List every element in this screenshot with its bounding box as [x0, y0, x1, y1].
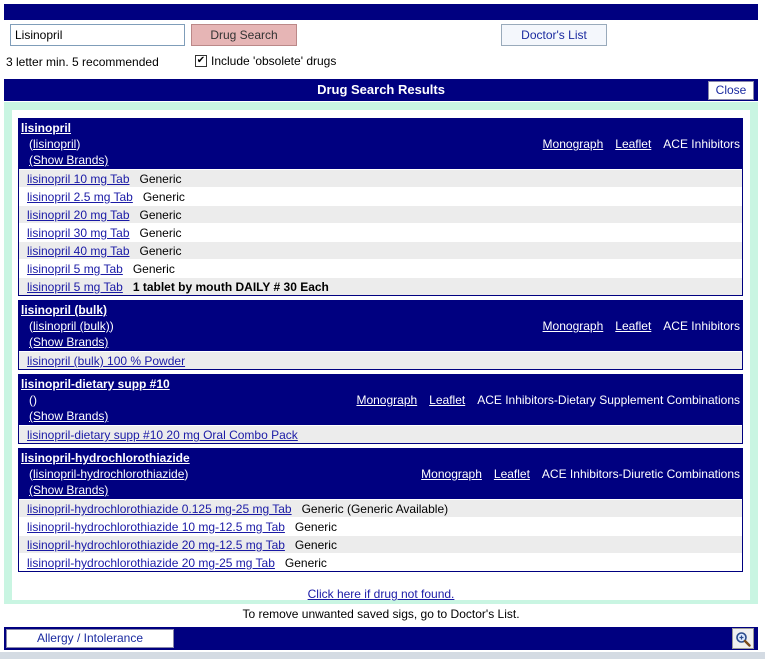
- drug-group-lisinopril: lisinopril (lisinopril) (Show Brands) Mo…: [18, 118, 743, 296]
- magnifier-icon[interactable]: [732, 628, 754, 649]
- group-header: lisinopril (lisinopril) (Show Brands) Mo…: [19, 119, 742, 169]
- drug-item-link[interactable]: lisinopril-hydrochlorothiazide 0.125 mg-…: [27, 502, 292, 516]
- group-header: lisinopril (bulk) (lisinopril (bulk)) (S…: [19, 301, 742, 351]
- leaflet-link[interactable]: Leaflet: [494, 466, 530, 482]
- show-brands-link[interactable]: (Show Brands): [29, 153, 108, 167]
- results-title: Drug Search Results: [317, 82, 445, 97]
- group-name-link[interactable]: lisinopril-dietary supp #10: [21, 377, 170, 391]
- drug-item-note: Generic (Generic Available): [301, 502, 449, 516]
- drug-item-link[interactable]: lisinopril 30 mg Tab: [27, 226, 130, 240]
- drug-item-link[interactable]: lisinopril 2.5 mg Tab: [27, 190, 133, 204]
- drug-class-label: ACE Inhibitors: [663, 319, 740, 333]
- window-status-strip: [0, 652, 765, 659]
- drug-row: lisinopril 10 mg Tab Generic: [19, 169, 742, 187]
- drug-item-link[interactable]: lisinopril 5 mg Tab: [27, 262, 123, 276]
- search-row: Drug Search Doctor's List: [10, 24, 750, 46]
- drug-row: lisinopril 2.5 mg Tab Generic: [19, 187, 742, 205]
- bottom-bar: Allergy / Intolerance: [4, 627, 758, 650]
- monograph-link[interactable]: Monograph: [356, 392, 417, 408]
- drug-item-note: Generic: [294, 520, 337, 534]
- group-header: lisinopril-hydrochlorothiazide (lisinopr…: [19, 449, 742, 499]
- drug-class-label: ACE Inhibitors-Diuretic Combinations: [541, 467, 740, 481]
- drug-not-found-link[interactable]: Click here if drug not found.: [308, 587, 455, 601]
- drug-item-link[interactable]: lisinopril-dietary supp #10 20 mg Oral C…: [27, 428, 298, 442]
- drug-group-lisinopril-hydrochlorothiazide: lisinopril-hydrochlorothiazide (lisinopr…: [18, 448, 743, 572]
- drug-item-note: Generic: [284, 556, 327, 570]
- group-header: lisinopril-dietary supp #10 () (Show Bra…: [19, 375, 742, 425]
- drug-item-link[interactable]: lisinopril-hydrochlorothiazide 20 mg-12.…: [27, 538, 285, 552]
- show-brands-link[interactable]: (Show Brands): [29, 483, 108, 497]
- drug-group-lisinopril-dietary-supp: lisinopril-dietary supp #10 () (Show Bra…: [18, 374, 743, 444]
- include-obsolete-checkbox[interactable]: ✔: [195, 55, 207, 67]
- include-obsolete-option[interactable]: ✔ Include 'obsolete' drugs: [195, 54, 336, 68]
- leaflet-link[interactable]: Leaflet: [615, 318, 651, 334]
- results-panel: lisinopril (lisinopril) (Show Brands) Mo…: [12, 110, 750, 601]
- drug-row: lisinopril-dietary supp #10 20 mg Oral C…: [19, 425, 742, 443]
- results-header: Drug Search Results Close: [4, 79, 758, 101]
- show-brands-link[interactable]: (Show Brands): [29, 409, 108, 423]
- drug-row: lisinopril-hydrochlorothiazide 20 mg-25 …: [19, 553, 742, 571]
- drug-class-label: ACE Inhibitors: [663, 137, 740, 151]
- drug-item-link[interactable]: lisinopril-hydrochlorothiazide 20 mg-25 …: [27, 556, 275, 570]
- drug-item-note: Generic: [142, 190, 185, 204]
- drug-row: lisinopril 5 mg Tab 1 tablet by mouth DAI…: [19, 277, 742, 295]
- top-bar: [4, 4, 758, 20]
- monograph-link[interactable]: Monograph: [543, 318, 604, 334]
- search-hint-row: 3 letter min. 5 recommended ✔ Include 'o…: [6, 54, 746, 71]
- leaflet-link[interactable]: Leaflet: [615, 136, 651, 152]
- drug-group-lisinopril-bulk: lisinopril (bulk) (lisinopril (bulk)) (S…: [18, 300, 743, 370]
- drug-item-link[interactable]: lisinopril (bulk) 100 % Powder: [27, 354, 185, 368]
- footer-note: To remove unwanted saved sigs, go to Doc…: [242, 607, 520, 621]
- drug-row: lisinopril 30 mg Tab Generic: [19, 223, 742, 241]
- drug-row: lisinopril-hydrochlorothiazide 10 mg-12.…: [19, 517, 742, 535]
- drug-item-link[interactable]: lisinopril 5 mg Tab: [27, 280, 123, 294]
- include-obsolete-label: Include 'obsolete' drugs: [211, 54, 337, 68]
- group-name-link[interactable]: lisinopril (bulk): [21, 303, 107, 317]
- group-sub-link[interactable]: lisinopril (bulk): [33, 319, 110, 333]
- drug-item-note: Generic: [139, 226, 182, 240]
- drug-item-note: Generic: [139, 244, 182, 258]
- monograph-link[interactable]: Monograph: [421, 466, 482, 482]
- drug-item-note: Generic: [294, 538, 337, 552]
- drug-row: lisinopril 20 mg Tab Generic: [19, 205, 742, 223]
- drug-row: lisinopril 5 mg Tab Generic: [19, 259, 742, 277]
- group-name-link[interactable]: lisinopril: [21, 121, 71, 135]
- drug-class-label: ACE Inhibitors-Dietary Supplement Combin…: [477, 393, 740, 407]
- drug-item-link[interactable]: lisinopril 20 mg Tab: [27, 208, 130, 222]
- group-sub-link[interactable]: lisinopril-hydrochlorothiazide: [33, 467, 184, 481]
- drug-row: lisinopril 40 mg Tab Generic: [19, 241, 742, 259]
- group-sub-link[interactable]: lisinopril: [33, 137, 76, 151]
- drug-search-input[interactable]: [10, 24, 185, 46]
- leaflet-link[interactable]: Leaflet: [429, 392, 465, 408]
- close-button[interactable]: Close: [708, 81, 754, 100]
- monograph-link[interactable]: Monograph: [543, 136, 604, 152]
- show-brands-link[interactable]: (Show Brands): [29, 335, 108, 349]
- drug-not-found: Click here if drug not found.: [12, 587, 750, 601]
- drug-item-link[interactable]: lisinopril-hydrochlorothiazide 10 mg-12.…: [27, 520, 285, 534]
- drug-row: lisinopril-hydrochlorothiazide 0.125 mg-…: [19, 499, 742, 517]
- search-hint: 3 letter min. 5 recommended: [6, 55, 159, 69]
- drug-item-note: Generic: [132, 262, 175, 276]
- drug-search-button[interactable]: Drug Search: [191, 24, 297, 46]
- drug-item-sig: 1 tablet by mouth DAILY # 30 Each: [132, 280, 329, 294]
- drug-item-link[interactable]: lisinopril 10 mg Tab: [27, 172, 130, 186]
- drug-item-note: Generic: [139, 172, 182, 186]
- allergy-intolerance-button[interactable]: Allergy / Intolerance: [6, 629, 174, 648]
- drug-item-note: Generic: [139, 208, 182, 222]
- drug-row: lisinopril (bulk) 100 % Powder: [19, 351, 742, 369]
- drug-item-link[interactable]: lisinopril 40 mg Tab: [27, 244, 130, 258]
- group-name-link[interactable]: lisinopril-hydrochlorothiazide: [21, 451, 190, 465]
- doctors-list-button[interactable]: Doctor's List: [501, 24, 607, 46]
- results-frame: lisinopril (lisinopril) (Show Brands) Mo…: [4, 102, 758, 604]
- drug-row: lisinopril-hydrochlorothiazide 20 mg-12.…: [19, 535, 742, 553]
